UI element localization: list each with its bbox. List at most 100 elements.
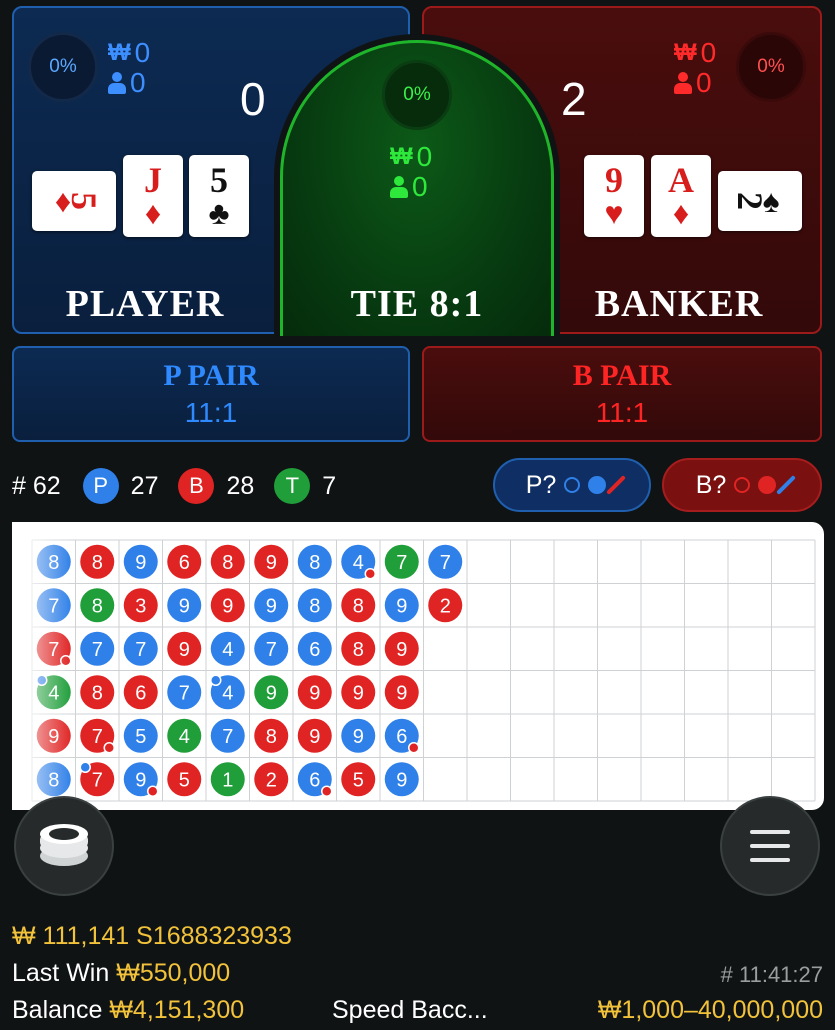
bead-number: 8 xyxy=(92,682,103,704)
bead-number: 4 xyxy=(222,639,233,661)
bead: 8 xyxy=(80,544,115,579)
chips-button[interactable] xyxy=(14,796,114,896)
bead-number: 8 xyxy=(222,552,233,574)
card-rank: J xyxy=(144,160,162,200)
bead-number: 6 xyxy=(309,769,320,791)
bead: 7 xyxy=(428,544,463,579)
player-score: 0 xyxy=(240,73,266,125)
banker-pair-dot xyxy=(321,785,333,797)
banker-label: BANKER xyxy=(594,283,764,325)
bead-number: 7 xyxy=(92,726,103,748)
player-percent: 0% xyxy=(28,32,98,102)
bead: 8 xyxy=(210,544,245,579)
bead-number: 9 xyxy=(309,726,320,748)
big-eye-ring-icon xyxy=(734,477,751,493)
banker-card-2: A ♦ xyxy=(651,155,711,237)
bead-number: 9 xyxy=(396,769,407,791)
bead-number: 8 xyxy=(309,595,320,617)
player-predict-button[interactable]: P? xyxy=(493,458,651,512)
bead: 2 xyxy=(428,588,463,623)
player-count-chip: P xyxy=(82,468,119,504)
balance-value: ₩4,151,300 xyxy=(109,996,245,1024)
bead: 8 xyxy=(341,631,376,666)
bead: 4 xyxy=(210,631,245,666)
bead-road[interactable]: 8 7 7 4 9 8 8 8 7 8 7 7 9 3 7 6 5 9 6 9 9 7 4 5 8 9 4 4 7 1 9 9 7 9 8 2 8 8 6 9… xyxy=(12,522,824,810)
bead-number: 5 xyxy=(135,726,146,748)
player-count: 27 xyxy=(130,471,159,500)
bead-number: 9 xyxy=(179,639,190,661)
banker-count: 28 xyxy=(226,471,255,500)
person-icon xyxy=(674,72,692,94)
bead-number: 7 xyxy=(266,639,277,661)
bead: 5 xyxy=(123,718,158,753)
bead-number: 7 xyxy=(179,682,190,704)
bead-number: 7 xyxy=(396,552,407,574)
last-win-label: Last Win xyxy=(12,959,110,987)
won-icon: ₩ xyxy=(390,143,413,170)
bead: 9 xyxy=(167,588,202,623)
bead-number: 7 xyxy=(92,639,103,661)
banker-predict-button[interactable]: B? xyxy=(662,458,822,512)
bead: 6 xyxy=(297,631,332,666)
bead-number: 8 xyxy=(309,552,320,574)
banker-pair-dot xyxy=(364,568,376,580)
bead: 3 xyxy=(123,588,158,623)
bead-number: 6 xyxy=(179,552,190,574)
bead: 2 xyxy=(254,762,289,797)
bead: 5 xyxy=(341,762,376,797)
bead: 9 xyxy=(297,718,332,753)
tie-count: 7 xyxy=(322,471,337,500)
tie-count-chip: T xyxy=(274,468,311,504)
round-time: # 11:41:27 xyxy=(720,962,823,987)
bead-number: 7 xyxy=(440,552,451,574)
player-pair-bet[interactable]: P PAIR 11:1 xyxy=(12,346,410,442)
bead: 9 xyxy=(384,675,419,710)
bead: 7 xyxy=(384,544,419,579)
bead-number: 2 xyxy=(440,595,451,617)
banker-amount: 0 xyxy=(700,37,717,68)
card-suit: ♣ xyxy=(208,195,230,231)
banker-pair-odds: 11:1 xyxy=(595,397,649,428)
bead: 8 xyxy=(80,675,115,710)
banker-pair-bet[interactable]: B PAIR 11:1 xyxy=(422,346,822,442)
player-bet-stats: ₩0 0 xyxy=(108,38,150,98)
bead: 9 xyxy=(341,718,376,753)
bead: 9 xyxy=(384,762,419,797)
banker-pair-label: B PAIR xyxy=(572,359,672,392)
bead-number: 1 xyxy=(222,769,233,791)
bead-number: 6 xyxy=(396,726,407,748)
bead-number: 9 xyxy=(396,682,407,704)
card-suit: ♦ xyxy=(672,195,690,231)
bead: 6 xyxy=(123,675,158,710)
bead-number: 6 xyxy=(309,639,320,661)
bead-number: 8 xyxy=(92,595,103,617)
last-win-line: Last Win ₩550,000 xyxy=(12,959,230,988)
bead: 5 xyxy=(167,762,202,797)
bead-number: 9 xyxy=(353,682,364,704)
menu-button[interactable] xyxy=(720,796,820,896)
card-rank: 5 xyxy=(64,192,105,210)
player-pair-dot xyxy=(210,674,222,686)
bead-number: 9 xyxy=(266,595,277,617)
account-info: ₩ 111,141 S1688323933 xyxy=(12,922,292,951)
bead: 4 xyxy=(167,718,202,753)
bead: 8 xyxy=(341,588,376,623)
player-card-3: 5 ♣ xyxy=(189,155,249,237)
bead-number: 8 xyxy=(353,595,364,617)
last-win-value: ₩550,000 xyxy=(116,959,231,987)
tie-amount: 0 xyxy=(416,141,433,172)
bead: 7 xyxy=(254,631,289,666)
bead: 4 xyxy=(210,674,245,710)
big-eye-ring-icon xyxy=(564,477,581,493)
card-suit: ♦ xyxy=(144,195,162,231)
banker-percent: 0% xyxy=(736,32,806,102)
bead-number: 6 xyxy=(135,682,146,704)
bead-number: 7 xyxy=(135,639,146,661)
banker-card-1: 9 ♥ xyxy=(584,155,644,237)
balance-short: ₩ 111,141 xyxy=(12,922,130,950)
bead: 8 xyxy=(297,544,332,579)
bead: 9 xyxy=(167,631,202,666)
bead-number: 9 xyxy=(266,682,277,704)
player-label: PLAYER xyxy=(65,283,225,325)
won-icon: ₩ xyxy=(108,39,131,66)
